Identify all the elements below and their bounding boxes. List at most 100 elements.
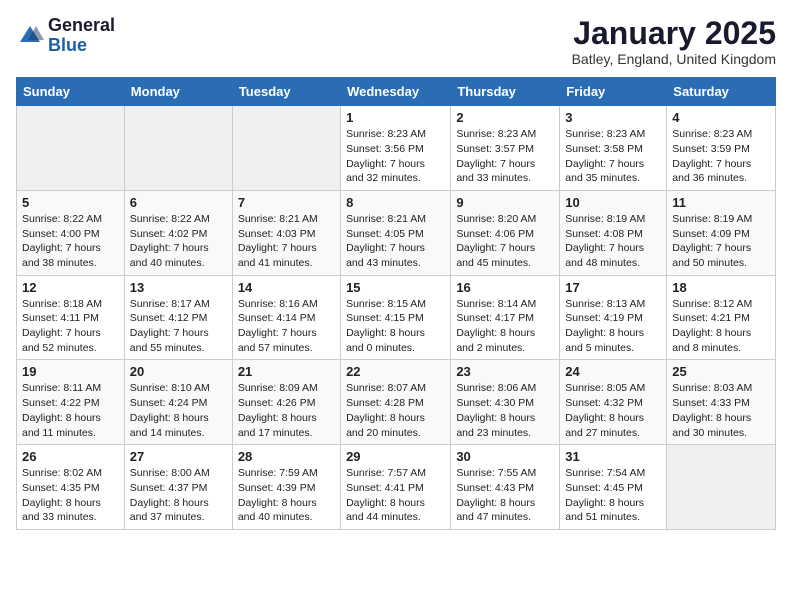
calendar-cell: 9Sunrise: 8:20 AMSunset: 4:06 PMDaylight… xyxy=(451,190,560,275)
title-block: January 2025 Batley, England, United Kin… xyxy=(572,16,776,67)
day-number: 21 xyxy=(238,364,335,379)
day-number: 12 xyxy=(22,280,119,295)
day-number: 27 xyxy=(130,449,227,464)
day-info: Sunrise: 8:22 AMSunset: 4:02 PMDaylight:… xyxy=(130,212,227,271)
day-info: Sunrise: 8:23 AMSunset: 3:57 PMDaylight:… xyxy=(456,127,554,186)
day-info: Sunrise: 8:18 AMSunset: 4:11 PMDaylight:… xyxy=(22,297,119,356)
day-info: Sunrise: 8:17 AMSunset: 4:12 PMDaylight:… xyxy=(130,297,227,356)
calendar-cell: 25 Sunrise: 8:03 AMSunset: 4:33 PMDayligh… xyxy=(667,360,776,445)
calendar-cell: 29 Sunrise: 7:57 AMSunset: 4:41 PMDayligh… xyxy=(341,445,451,530)
day-info: Sunrise: 8:21 AMSunset: 4:05 PMDaylight:… xyxy=(346,212,445,271)
calendar-cell xyxy=(124,106,232,191)
day-info: Sunrise: 8:15 AMSunset: 4:15 PMDaylight:… xyxy=(346,297,445,356)
calendar-cell: 3Sunrise: 8:23 AMSunset: 3:58 PMDaylight… xyxy=(560,106,667,191)
calendar-cell: 7 Sunrise: 8:21 AMSunset: 4:03 PMDaylight… xyxy=(232,190,340,275)
day-info: Sunrise: 8:16 AMSunset: 4:14 PMDaylight:… xyxy=(238,297,335,356)
calendar-cell: 24 Sunrise: 8:05 AMSunset: 4:32 PMDayligh… xyxy=(560,360,667,445)
calendar-cell: 26 Sunrise: 8:02 AMSunset: 4:35 PMDayligh… xyxy=(17,445,125,530)
day-info: Sunrise: 8:19 AMSunset: 4:09 PMDaylight:… xyxy=(672,212,770,271)
day-number: 14 xyxy=(238,280,335,295)
page-header: General Blue January 2025 Batley, Englan… xyxy=(16,16,776,67)
day-number: 26 xyxy=(22,449,119,464)
day-info: Sunrise: 8:10 AMSunset: 4:24 PMDaylight:… xyxy=(130,381,227,440)
calendar-cell: 31Sunrise: 7:54 AMSunset: 4:45 PMDayligh… xyxy=(560,445,667,530)
day-info: Sunrise: 8:14 AMSunset: 4:17 PMDaylight:… xyxy=(456,297,554,356)
day-info: Sunrise: 7:57 AMSunset: 4:41 PMDaylight:… xyxy=(346,466,445,525)
day-number: 25 xyxy=(672,364,770,379)
day-info: Sunrise: 8:05 AMSunset: 4:32 PMDaylight:… xyxy=(565,381,661,440)
day-info: Sunrise: 8:13 AMSunset: 4:19 PMDaylight:… xyxy=(565,297,661,356)
day-info: Sunrise: 8:23 AMSunset: 3:56 PMDaylight:… xyxy=(346,127,445,186)
day-number: 31 xyxy=(565,449,661,464)
calendar-cell: 19 Sunrise: 8:11 AMSunset: 4:22 PMDayligh… xyxy=(17,360,125,445)
logo-text: General Blue xyxy=(48,16,115,56)
calendar-dow-friday: Friday xyxy=(560,78,667,106)
calendar-cell: 12 Sunrise: 8:18 AMSunset: 4:11 PMDayligh… xyxy=(17,275,125,360)
calendar-cell xyxy=(667,445,776,530)
logo-general: General xyxy=(48,16,115,36)
day-number: 30 xyxy=(456,449,554,464)
calendar-week-row: 5Sunrise: 8:22 AMSunset: 4:00 PMDaylight… xyxy=(17,190,776,275)
day-number: 13 xyxy=(130,280,227,295)
calendar-week-row: 1 Sunrise: 8:23 AMSunset: 3:56 PMDaylight… xyxy=(17,106,776,191)
day-number: 7 xyxy=(238,195,335,210)
day-info: Sunrise: 8:02 AMSunset: 4:35 PMDaylight:… xyxy=(22,466,119,525)
day-number: 4 xyxy=(672,110,770,125)
calendar-dow-saturday: Saturday xyxy=(667,78,776,106)
calendar-cell xyxy=(232,106,340,191)
day-number: 23 xyxy=(456,364,554,379)
day-number: 19 xyxy=(22,364,119,379)
day-info: Sunrise: 8:23 AMSunset: 3:59 PMDaylight:… xyxy=(672,127,770,186)
calendar-cell: 17 Sunrise: 8:13 AMSunset: 4:19 PMDayligh… xyxy=(560,275,667,360)
day-info: Sunrise: 8:12 AMSunset: 4:21 PMDaylight:… xyxy=(672,297,770,356)
day-info: Sunrise: 7:55 AMSunset: 4:43 PMDaylight:… xyxy=(456,466,554,525)
day-number: 28 xyxy=(238,449,335,464)
day-info: Sunrise: 8:09 AMSunset: 4:26 PMDaylight:… xyxy=(238,381,335,440)
day-number: 16 xyxy=(456,280,554,295)
day-info: Sunrise: 7:59 AMSunset: 4:39 PMDaylight:… xyxy=(238,466,335,525)
calendar-cell xyxy=(17,106,125,191)
day-number: 24 xyxy=(565,364,661,379)
calendar-cell: 21 Sunrise: 8:09 AMSunset: 4:26 PMDayligh… xyxy=(232,360,340,445)
day-info: Sunrise: 8:00 AMSunset: 4:37 PMDaylight:… xyxy=(130,466,227,525)
day-number: 20 xyxy=(130,364,227,379)
calendar-dow-monday: Monday xyxy=(124,78,232,106)
logo-icon xyxy=(16,22,44,50)
day-number: 10 xyxy=(565,195,661,210)
day-number: 6 xyxy=(130,195,227,210)
calendar-cell: 4 Sunrise: 8:23 AMSunset: 3:59 PMDaylight… xyxy=(667,106,776,191)
month-title: January 2025 xyxy=(572,16,776,51)
day-info: Sunrise: 8:11 AMSunset: 4:22 PMDaylight:… xyxy=(22,381,119,440)
calendar-cell: 20 Sunrise: 8:10 AMSunset: 4:24 PMDayligh… xyxy=(124,360,232,445)
calendar-cell: 27 Sunrise: 8:00 AMSunset: 4:37 PMDayligh… xyxy=(124,445,232,530)
calendar-cell: 5Sunrise: 8:22 AMSunset: 4:00 PMDaylight… xyxy=(17,190,125,275)
day-number: 29 xyxy=(346,449,445,464)
calendar-dow-sunday: Sunday xyxy=(17,78,125,106)
calendar-cell: 15 Sunrise: 8:15 AMSunset: 4:15 PMDayligh… xyxy=(341,275,451,360)
day-number: 11 xyxy=(672,195,770,210)
day-number: 22 xyxy=(346,364,445,379)
calendar-week-row: 19 Sunrise: 8:11 AMSunset: 4:22 PMDayligh… xyxy=(17,360,776,445)
calendar-week-row: 12 Sunrise: 8:18 AMSunset: 4:11 PMDayligh… xyxy=(17,275,776,360)
calendar-cell: 23 Sunrise: 8:06 AMSunset: 4:30 PMDayligh… xyxy=(451,360,560,445)
day-number: 17 xyxy=(565,280,661,295)
day-info: Sunrise: 8:20 AMSunset: 4:06 PMDaylight:… xyxy=(456,212,554,271)
day-info: Sunrise: 8:03 AMSunset: 4:33 PMDaylight:… xyxy=(672,381,770,440)
calendar-cell: 6 Sunrise: 8:22 AMSunset: 4:02 PMDaylight… xyxy=(124,190,232,275)
day-number: 8 xyxy=(346,195,445,210)
logo: General Blue xyxy=(16,16,115,56)
calendar-dow-tuesday: Tuesday xyxy=(232,78,340,106)
day-number: 1 xyxy=(346,110,445,125)
page-container: General Blue January 2025 Batley, Englan… xyxy=(0,0,792,538)
calendar-cell: 10Sunrise: 8:19 AMSunset: 4:08 PMDayligh… xyxy=(560,190,667,275)
day-number: 15 xyxy=(346,280,445,295)
day-number: 18 xyxy=(672,280,770,295)
day-number: 3 xyxy=(565,110,661,125)
calendar-cell: 22 Sunrise: 8:07 AMSunset: 4:28 PMDayligh… xyxy=(341,360,451,445)
calendar-cell: 18 Sunrise: 8:12 AMSunset: 4:21 PMDayligh… xyxy=(667,275,776,360)
day-info: Sunrise: 8:07 AMSunset: 4:28 PMDaylight:… xyxy=(346,381,445,440)
calendar-cell: 11 Sunrise: 8:19 AMSunset: 4:09 PMDayligh… xyxy=(667,190,776,275)
day-info: Sunrise: 8:06 AMSunset: 4:30 PMDaylight:… xyxy=(456,381,554,440)
calendar-week-row: 26 Sunrise: 8:02 AMSunset: 4:35 PMDayligh… xyxy=(17,445,776,530)
day-info: Sunrise: 8:21 AMSunset: 4:03 PMDaylight:… xyxy=(238,212,335,271)
